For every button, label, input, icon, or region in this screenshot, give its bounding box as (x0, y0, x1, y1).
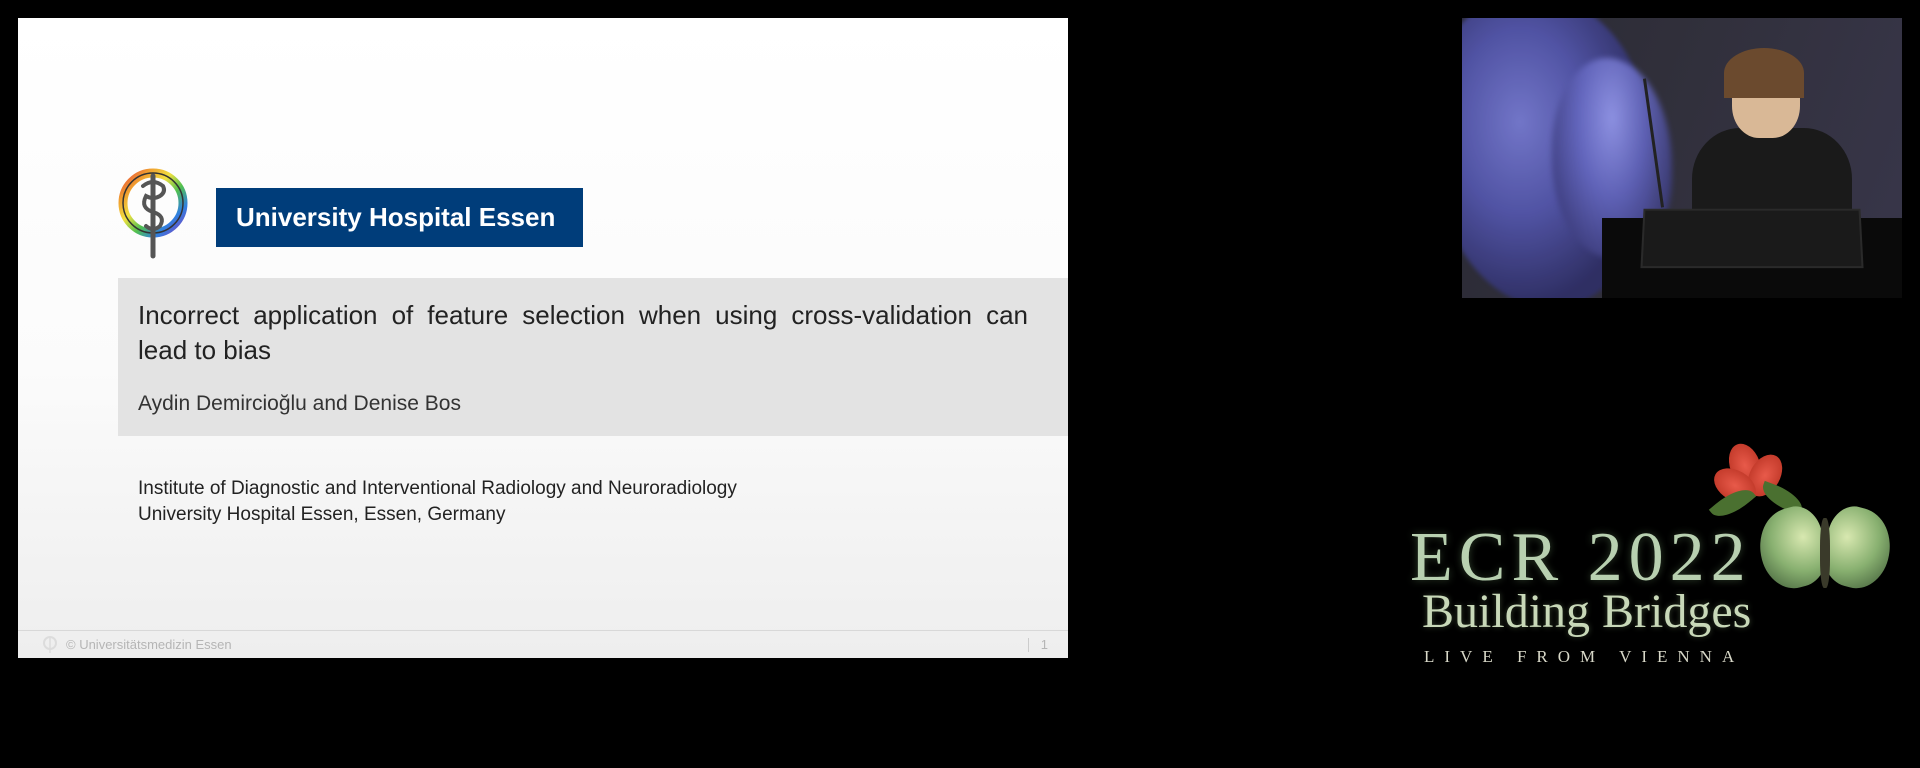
butterfly-icon (1750, 488, 1900, 628)
event-subtitle: LIVE FROM VIENNA (1424, 647, 1890, 667)
footer-divider (1028, 638, 1029, 652)
presentation-slide: University Hospital Essen Incorrect appl… (18, 18, 1068, 658)
page-number: 1 (1041, 637, 1048, 652)
event-logo: ECR 2022 Building Bridges LIVE FROM VIEN… (1410, 518, 1890, 738)
affiliation-line: Institute of Diagnostic and Intervention… (138, 476, 737, 502)
podium-monitor (1640, 209, 1863, 268)
speaker-camera-feed (1462, 18, 1902, 298)
footer-logo-icon (42, 635, 58, 655)
slide-content: University Hospital Essen Incorrect appl… (18, 18, 1068, 658)
flower-icon (1710, 438, 1790, 518)
footer-copyright: © Universitätsmedizin Essen (66, 637, 232, 652)
hospital-logo-icon (118, 168, 188, 263)
slide-footer: © Universitätsmedizin Essen 1 (18, 630, 1068, 658)
slide-title: Incorrect application of feature selecti… (138, 298, 1028, 368)
organization-name: University Hospital Essen (236, 202, 555, 232)
authors: Aydin Demircioğlu and Denise Bos (138, 392, 1028, 416)
organization-banner: University Hospital Essen (216, 188, 583, 247)
title-band: Incorrect application of feature selecti… (118, 278, 1068, 436)
affiliation-block: Institute of Diagnostic and Intervention… (138, 476, 737, 527)
affiliation-line: University Hospital Essen, Essen, German… (138, 502, 737, 528)
